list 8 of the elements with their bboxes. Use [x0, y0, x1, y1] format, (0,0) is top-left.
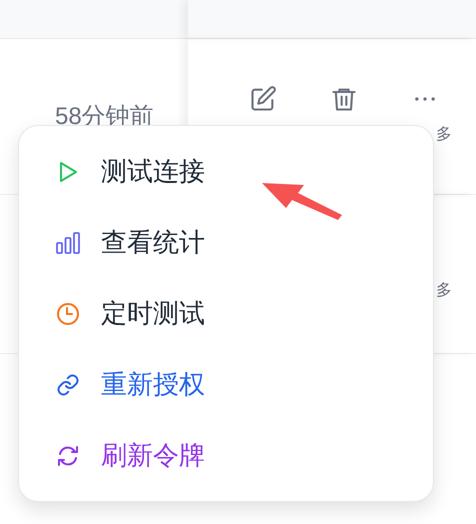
menu-item[interactable]: 刷新令牌	[19, 420, 433, 491]
menu-item[interactable]: 测试连接	[19, 136, 433, 207]
menu-item[interactable]: 重新授权	[19, 349, 433, 420]
menu-item[interactable]: 查看统计	[19, 207, 433, 278]
edit-icon[interactable]	[249, 85, 277, 113]
more-label: 多	[436, 281, 452, 301]
more-label: 多	[436, 125, 452, 145]
menu-item[interactable]: 定时测试	[19, 278, 433, 349]
